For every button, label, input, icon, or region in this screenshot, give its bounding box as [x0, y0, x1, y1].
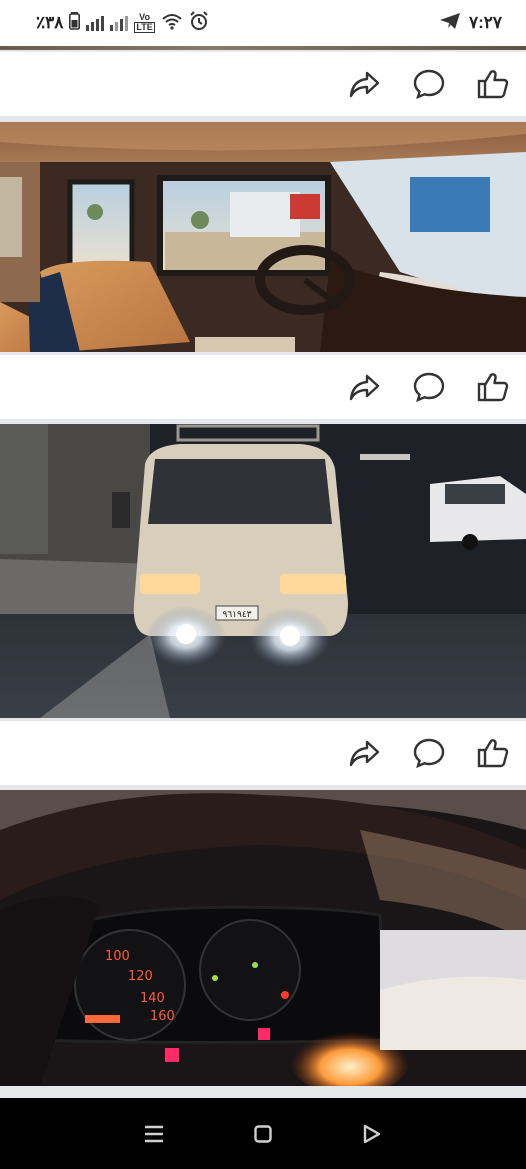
comment-button[interactable] — [411, 369, 447, 405]
comment-bubble-icon — [413, 372, 445, 402]
like-button[interactable] — [475, 735, 511, 771]
like-button[interactable] — [475, 66, 511, 102]
dashboard-photo: 100 120 140 160 20 — [0, 790, 526, 1086]
telegram-icon — [439, 12, 461, 35]
recents-lines-icon — [145, 1125, 164, 1142]
share-arrow-icon — [349, 71, 380, 98]
signal-icon-2 — [110, 15, 129, 31]
post-image-dashboard[interactable]: 100 120 140 160 20 — [0, 790, 526, 1086]
back-triangle-icon — [363, 1124, 380, 1143]
comment-button[interactable] — [411, 735, 447, 771]
post-actions — [0, 721, 526, 785]
thumbs-up-icon — [477, 373, 509, 402]
gauge-label-140: 140 — [140, 991, 165, 1006]
recents-button[interactable] — [134, 1114, 174, 1154]
battery-icon — [69, 11, 81, 35]
status-bar: ٪٣٨ Vo LTE ٧:٢٧ — [0, 0, 526, 46]
plate-text: ٩٦١٩٤٣ — [222, 610, 251, 620]
navigation-bar — [0, 1098, 526, 1169]
volte-icon: Vo LTE — [134, 12, 155, 33]
like-button[interactable] — [475, 369, 511, 405]
home-button[interactable] — [243, 1114, 283, 1154]
gauge-label-100: 100 — [105, 949, 130, 964]
wifi-icon — [161, 12, 183, 35]
home-square-icon — [254, 1124, 272, 1143]
gauge-label-120: 120 — [128, 969, 153, 984]
comment-button[interactable] — [411, 66, 447, 102]
post-image-previous[interactable] — [0, 46, 526, 50]
post-actions — [0, 52, 526, 116]
alarm-icon — [189, 10, 209, 36]
status-left: ٪٣٨ Vo LTE — [36, 10, 209, 36]
share-button[interactable] — [347, 66, 383, 102]
thumbs-up-icon — [477, 739, 509, 768]
gauge-label-160: 160 — [150, 1009, 175, 1024]
van-photo: ٩٦١٩٤٣ — [0, 424, 526, 718]
battery-percent: ٪٣٨ — [36, 13, 64, 32]
share-arrow-icon — [349, 740, 380, 767]
share-button[interactable] — [347, 735, 383, 771]
status-right: ٧:٢٧ — [439, 12, 502, 35]
share-button[interactable] — [347, 369, 383, 405]
thumbs-up-icon — [477, 70, 509, 99]
back-button[interactable] — [352, 1114, 392, 1154]
clock-time: ٧:٢٧ — [468, 13, 502, 32]
post-image-interior[interactable] — [0, 122, 526, 352]
comment-bubble-icon — [413, 69, 445, 99]
feed[interactable]: ٩٦١٩٤٣ 100 120 140 160 — [0, 46, 526, 1098]
post-actions — [0, 355, 526, 419]
post-image-van[interactable]: ٩٦١٩٤٣ — [0, 424, 526, 718]
comment-bubble-icon — [413, 738, 445, 768]
share-arrow-icon — [349, 374, 380, 401]
interior-photo — [0, 122, 526, 352]
volte-bottom: LTE — [134, 22, 155, 33]
signal-icon — [86, 15, 105, 31]
volte-top: Vo — [139, 12, 150, 22]
